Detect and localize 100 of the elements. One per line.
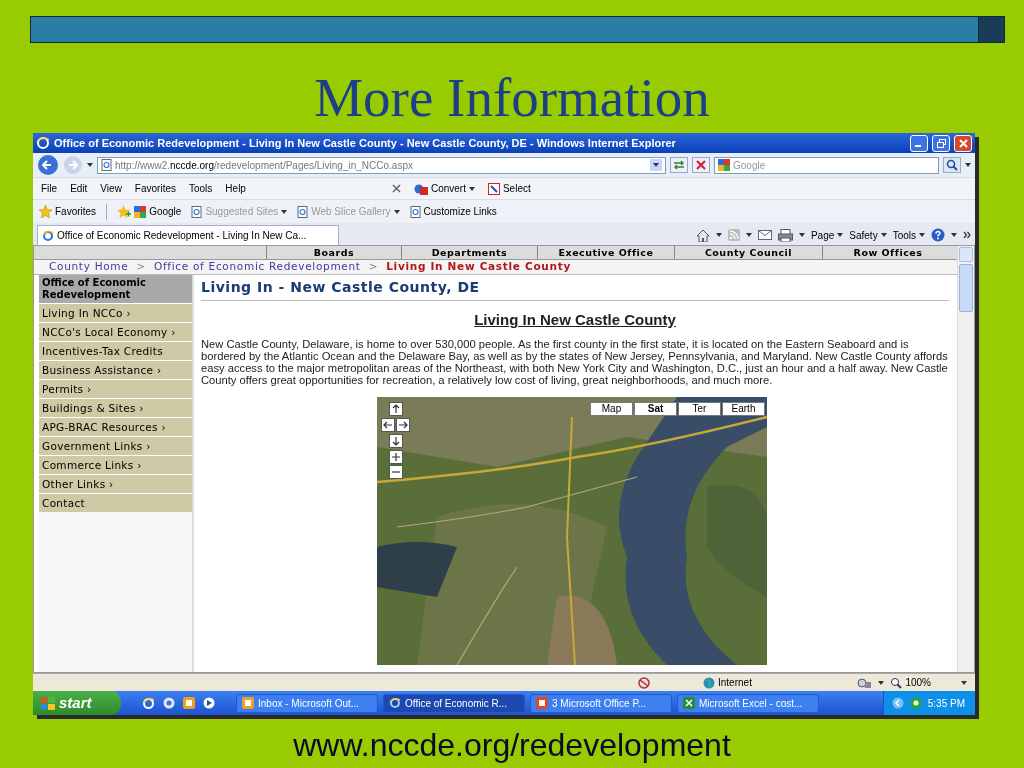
pan-up-button[interactable]: [389, 401, 403, 416]
restore-icon: [936, 138, 946, 148]
app-icon[interactable]: [163, 697, 175, 709]
page-icon: [101, 159, 112, 171]
menu-item[interactable]: File: [41, 181, 58, 196]
dropdown-icon[interactable]: [650, 159, 662, 171]
nav-link[interactable]: Departments: [401, 246, 537, 259]
browser-icon[interactable]: [142, 696, 155, 710]
help-icon[interactable]: [931, 228, 945, 242]
sidebar-item[interactable]: Buildings & Sites ›: [39, 398, 192, 417]
sidebar-item[interactable]: Living In NCCo ›: [39, 303, 192, 322]
pan-down-button[interactable]: [389, 433, 403, 448]
home-icon[interactable]: [695, 228, 710, 242]
favorite-link[interactable]: Google: [149, 204, 182, 219]
security-icon[interactable]: [856, 676, 873, 689]
mail-icon[interactable]: [757, 230, 772, 240]
caret-icon[interactable]: [951, 233, 957, 237]
breadcrumb-link[interactable]: Office of Economic Redevelopment: [153, 259, 361, 275]
command-menu[interactable]: Page: [810, 227, 835, 243]
breadcrumb-link[interactable]: County Home: [49, 259, 129, 275]
page-icon: [191, 205, 203, 218]
caret-icon[interactable]: [393, 209, 400, 214]
caret-icon[interactable]: [281, 209, 288, 214]
privacy-icon: [637, 676, 651, 689]
nav-link[interactable]: Executive Office: [537, 246, 674, 259]
pan-right-button[interactable]: [396, 417, 410, 432]
clock: 5:35 PM: [927, 696, 965, 711]
taskbar-button[interactable]: Microsoft Excel - cost...: [677, 693, 819, 713]
footer-url: www.nccde.org/redevelopment: [292, 729, 732, 761]
convert-icon[interactable]: [413, 182, 428, 195]
close-button[interactable]: [954, 134, 972, 152]
sidebar-item[interactable]: NCCo's Local Economy ›: [39, 322, 192, 341]
favorite-link[interactable]: Customize Links: [423, 204, 497, 219]
nav-link[interactable]: County Council: [674, 246, 822, 259]
sidebar-item[interactable]: Other Links ›: [39, 474, 192, 493]
convert-button[interactable]: Convert: [430, 181, 466, 196]
page-icon: [297, 205, 309, 218]
refresh-icon[interactable]: [670, 157, 688, 173]
back-button[interactable]: [37, 154, 59, 176]
sidebar-item[interactable]: APG-BRAC Resources ›: [39, 417, 192, 436]
caret-icon[interactable]: [880, 233, 887, 237]
sidebar-item[interactable]: Permits ›: [39, 379, 192, 398]
select-icon[interactable]: [487, 182, 500, 195]
caret-icon[interactable]: [798, 233, 805, 237]
expand-tray-icon[interactable]: [891, 697, 904, 709]
app-icon[interactable]: [183, 697, 195, 709]
minimize-button[interactable]: [910, 134, 928, 152]
slides-app-icon: [536, 697, 548, 709]
sidebar-item[interactable]: Commerce Links ›: [39, 455, 192, 474]
zoom-icon[interactable]: [890, 676, 903, 689]
stop-icon[interactable]: [692, 157, 710, 173]
favorites-button[interactable]: Favorites: [55, 204, 97, 219]
address-field[interactable]: http://www2.nccde.org/redevelopment/Pages/Living_in_NCCo.aspx: [97, 156, 666, 174]
scrollbar[interactable]: [957, 246, 974, 672]
start-button[interactable]: start: [33, 691, 121, 715]
zoom-level[interactable]: 100%: [905, 675, 931, 690]
nav-link[interactable]: Row Offices: [822, 246, 953, 259]
printer-icon[interactable]: [777, 228, 793, 242]
sidebar-item[interactable]: Contact: [39, 493, 192, 512]
caret-icon[interactable]: [878, 680, 885, 685]
caret-icon[interactable]: [961, 680, 967, 685]
add-favorite-icon[interactable]: [117, 205, 132, 218]
menu-item[interactable]: View: [100, 181, 122, 196]
caret-icon[interactable]: [919, 233, 925, 237]
taskbar-button[interactable]: Office of Economic R...: [383, 693, 525, 713]
sidebar-item[interactable]: Business Assistance ›: [39, 360, 192, 379]
caret-icon[interactable]: [715, 233, 722, 237]
taskbar-button[interactable]: 3 Microsoft Office P...: [530, 693, 672, 713]
menu-item[interactable]: Favorites: [134, 181, 176, 196]
sidebar-item[interactable]: Government Links ›: [39, 436, 192, 455]
command-menu[interactable]: Safety: [849, 227, 878, 243]
breadcrumb-separator: >: [136, 259, 146, 275]
caret-icon[interactable]: [745, 233, 752, 237]
menu-item[interactable]: Help: [225, 181, 246, 196]
menu-item[interactable]: Tools: [189, 181, 213, 196]
app-icon[interactable]: [203, 697, 215, 709]
menu-item[interactable]: Edit: [70, 181, 88, 196]
nav-link[interactable]: Boards: [266, 246, 401, 259]
tray-app-icon[interactable]: [909, 697, 922, 709]
breadcrumb-current: Living In New Castle County: [386, 259, 571, 275]
browser-tab[interactable]: Office of Economic Redevelopment - Living In New Ca...: [37, 225, 339, 245]
caret-icon[interactable]: [87, 163, 93, 167]
page-heading: Living In - New Castle County, DE: [201, 277, 949, 301]
taskbar-button[interactable]: Inbox - Microsoft Out...: [236, 693, 378, 713]
caret-icon[interactable]: [837, 233, 844, 237]
caret-icon[interactable]: [468, 186, 475, 191]
zoom-in-button[interactable]: [389, 449, 403, 464]
globe-icon: [703, 676, 715, 689]
pan-left-button[interactable]: [381, 417, 395, 432]
star-icon: [39, 205, 52, 218]
sidebar-item[interactable]: Incentives-Tax Credits: [39, 341, 192, 360]
close-icon[interactable]: [391, 184, 401, 193]
chevron-icon[interactable]: [963, 231, 971, 239]
caret-icon[interactable]: [965, 163, 971, 167]
zoom-out-button[interactable]: [389, 464, 403, 479]
command-menu[interactable]: Tools: [892, 227, 916, 243]
select-button[interactable]: Select: [502, 181, 531, 196]
search-icon[interactable]: [943, 157, 961, 173]
browser-icon: [42, 229, 54, 242]
restore-button[interactable]: [932, 134, 950, 152]
